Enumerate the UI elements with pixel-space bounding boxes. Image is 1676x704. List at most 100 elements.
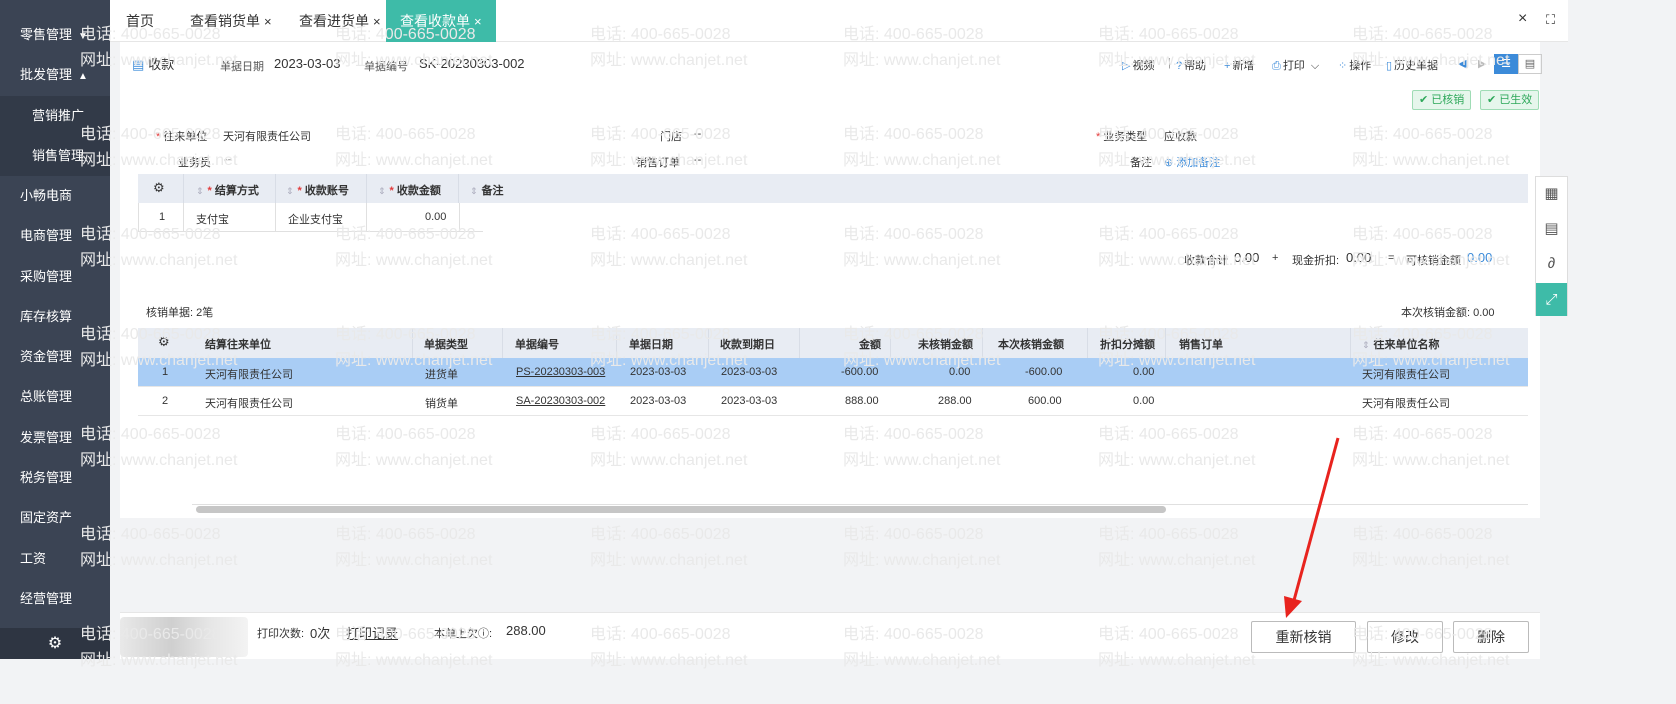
date-label: 单据日期	[220, 61, 264, 73]
sidebar-item-assets[interactable]: 固定资产	[0, 498, 110, 538]
help-button[interactable]: ? 帮助	[1176, 57, 1206, 73]
close-window-icon[interactable]: ×	[1518, 10, 1527, 28]
prev-owe-value: 288.00	[506, 623, 546, 638]
discount-label: 现金折扣:	[1292, 255, 1340, 267]
column-settings-icon[interactable]: ⚙	[153, 180, 165, 196]
watermark-text: 网址: www.chanjet.net	[590, 552, 748, 569]
col-remark[interactable]: ⇕ 备注	[470, 182, 504, 198]
store-label: 门店	[660, 131, 682, 143]
sidebar-item-ledger[interactable]: 总账管理	[0, 377, 110, 417]
col-settle-method[interactable]: ⇕ * 结算方式	[196, 182, 259, 198]
watermark-text: 网址: www.chanjet.net	[335, 552, 493, 569]
col-account[interactable]: ⇕ * 收款账号	[286, 182, 349, 198]
attachment-icon[interactable]: ∂	[1536, 247, 1567, 280]
doc-type-tab[interactable]: ▤ 收款	[132, 54, 174, 73]
delete-button[interactable]: 删除	[1453, 621, 1529, 653]
col-doc-type[interactable]: 单据类型	[424, 336, 468, 352]
print-log-link[interactable]: 打印记录	[346, 623, 398, 642]
col-doc-number[interactable]: 单据编号	[515, 336, 559, 352]
audit-icon[interactable]: ▦	[1536, 177, 1567, 210]
col-sales-order[interactable]: 销售订单	[1179, 336, 1223, 352]
sidebar-item-sales[interactable]: 销售管理	[0, 136, 110, 176]
sidebar-item-marketing[interactable]: 营销推广	[0, 96, 110, 136]
table-row[interactable]: 1 天河有限责任公司 进货单 PS-20230303-003 2023-03-0…	[138, 358, 1528, 387]
edit-button[interactable]: 修改	[1367, 621, 1443, 653]
salesman-label: 业务员	[178, 157, 211, 169]
table-row[interactable]: 2 天河有限责任公司 销货单 SA-20230303-002 2023-03-0…	[138, 387, 1528, 416]
col-unverified[interactable]: 未核销金额	[918, 336, 973, 352]
video-button[interactable]: ▷ 视频	[1122, 57, 1154, 73]
sidebar-item-wholesale[interactable]: 批发管理 ▲	[0, 55, 110, 95]
close-icon[interactable]: ×	[474, 14, 482, 29]
sidebar-item-tax[interactable]: 税务管理	[0, 458, 110, 498]
sidebar-item-xiaochang-ecom[interactable]: 小畅电商	[0, 176, 110, 216]
table-row[interactable]: 1 支付宝 企业支付宝 0.00	[138, 203, 483, 232]
card-view-icon[interactable]: ▤	[1518, 54, 1542, 74]
col-partner-name[interactable]: ⇕ 往来单位名称	[1362, 336, 1440, 352]
salesman-value[interactable]: --	[224, 154, 231, 166]
tab-view-purchase-order[interactable]: 查看进货单 ×	[285, 0, 395, 42]
watermark-text: 网址: www.chanjet.net	[1352, 552, 1510, 569]
gear-icon[interactable]: ⚙	[0, 628, 110, 659]
number-value: SK-20230303-002	[419, 56, 525, 71]
rewriteoff-button[interactable]: 重新核销	[1251, 621, 1356, 653]
list-view-icon[interactable]: ☰	[1494, 54, 1518, 74]
col-discount[interactable]: 折扣分摊额	[1100, 336, 1155, 352]
total-label: 收款合计	[1184, 255, 1228, 267]
chevron-up-icon: ▲	[78, 71, 88, 82]
column-settings-icon[interactable]: ⚙	[158, 334, 170, 350]
sidebar-item-retail[interactable]: 零售管理 ▼	[0, 15, 110, 55]
writeoff-count: 核销单据: 2笔	[146, 307, 214, 319]
history-button[interactable]: ▯ 历史单据	[1386, 57, 1438, 73]
operate-button[interactable]: ⁘ 操作	[1338, 57, 1371, 73]
number-label: 单据编号	[364, 61, 408, 73]
scrollbar-thumb[interactable]	[196, 506, 1166, 513]
tab-home[interactable]: 首页	[112, 0, 168, 42]
biz-type-value[interactable]: 应收款	[1164, 128, 1197, 144]
col-this-writeoff[interactable]: 本次核销金额	[998, 336, 1064, 352]
col-amount[interactable]: 金额	[859, 336, 881, 352]
doc-number-link[interactable]: PS-20230303-003	[516, 366, 605, 378]
print-preview-icon[interactable]: ▤	[1536, 212, 1567, 245]
sidebar-item-ecom[interactable]: 电商管理	[0, 216, 110, 256]
prev-icon[interactable]: ◀	[1458, 57, 1466, 70]
printer-icon: ⎙	[1272, 60, 1281, 72]
prev-owe-label: 本单上欠ⓘ:	[434, 628, 493, 640]
writeoff-label: 可核销金额	[1406, 255, 1461, 267]
writeoff-table-header: ⚙ 结算往来单位 单据类型 单据编号 单据日期 收款到期日 金额 未核销金额 本…	[138, 328, 1528, 358]
sidebar-item-purchase[interactable]: 采购管理	[0, 257, 110, 297]
add-button[interactable]: + 新增	[1224, 57, 1254, 73]
plus-sign: +	[1272, 252, 1279, 264]
sidebar-item-inventory[interactable]: 库存核算	[0, 297, 110, 337]
doc-number-link[interactable]: SA-20230303-002	[516, 395, 605, 407]
sidebar-item-payroll[interactable]: 工资	[0, 539, 110, 579]
total-value: 0.00	[1234, 250, 1260, 265]
sidebar-item-operations[interactable]: 经营管理	[0, 579, 110, 619]
col-amount[interactable]: ⇕ * 收款金额	[378, 182, 441, 198]
store-value[interactable]: --	[694, 128, 701, 140]
add-remark-link[interactable]: ⊕ 添加备注	[1164, 154, 1220, 170]
tab-view-receipt[interactable]: 查看收款单 ×	[386, 0, 496, 42]
col-due-date[interactable]: 收款到期日	[720, 336, 775, 352]
tab-view-sales-order[interactable]: 查看销货单 ×	[176, 0, 286, 42]
avatar	[120, 617, 248, 657]
partner-value[interactable]: 天河有限责任公司	[223, 128, 311, 144]
fullscreen-icon[interactable]: ⛶	[1546, 12, 1555, 28]
watermark-text: 电话: 400-665-0028	[1352, 526, 1493, 543]
side-tools: ▦ ▤ ∂ ⤢	[1535, 176, 1568, 316]
print-button[interactable]: ⎙ 打印 ⌵	[1272, 57, 1319, 73]
help-icon[interactable]: ⓘ	[478, 628, 489, 640]
close-icon[interactable]: ×	[264, 14, 272, 29]
expand-icon[interactable]: ⤢	[1536, 283, 1567, 316]
col-partner[interactable]: 结算往来单位	[205, 336, 271, 352]
next-icon[interactable]: ▶	[1478, 57, 1486, 70]
equals-sign: =	[1388, 252, 1395, 264]
sidebar-item-invoice[interactable]: 发票管理	[0, 418, 110, 458]
watermark-text: 电话: 400-665-0028	[1098, 526, 1239, 543]
close-icon[interactable]: ×	[373, 14, 381, 29]
sales-order-value[interactable]: --	[694, 154, 701, 166]
sidebar-item-funds[interactable]: 资金管理	[0, 337, 110, 377]
col-doc-date[interactable]: 单据日期	[629, 336, 673, 352]
play-icon: ▷	[1122, 60, 1131, 72]
print-count-label: 打印次数:	[257, 628, 305, 640]
